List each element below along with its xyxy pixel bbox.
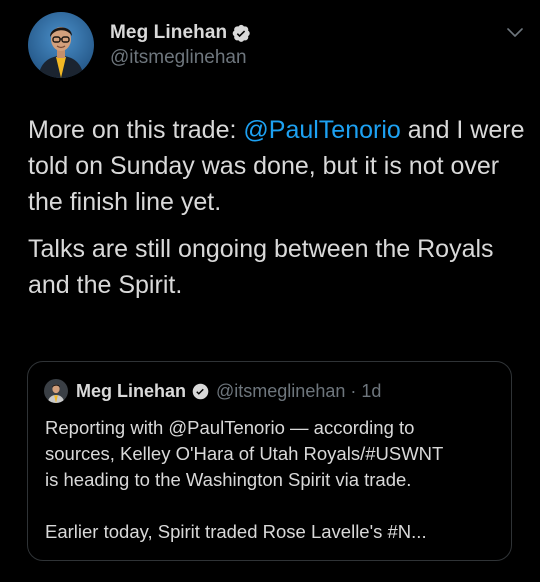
quoted-line: Reporting with @PaulTenorio — according … [45,417,415,438]
quoted-line: is heading to the Washington Spirit via … [45,469,412,490]
tweet-text-segment: More on this trade: [28,116,244,144]
tweet-header: Meg Linehan @itsmeglinehan [28,12,528,78]
avatar-photo [28,12,94,78]
chevron-down-icon[interactable] [502,20,528,46]
quoted-tweet-text: Reporting with @PaulTenorio — according … [45,415,505,545]
verified-badge-icon [232,24,251,43]
tweet-text: More on this trade: @PaulTenorio and I w… [28,112,528,314]
tweet-paragraph-1: More on this trade: @PaulTenorio and I w… [28,112,528,220]
quoted-line: Earlier today, Spirit traded Rose Lavell… [45,521,427,542]
verified-badge-icon [192,383,209,400]
tweet-paragraph-2: Talks are still ongoing between the Roya… [28,235,494,299]
author-display-name[interactable]: Meg Linehan [110,22,227,44]
quoted-line: sources, Kelley O'Hara of Utah Royals/#U… [45,443,444,464]
author-handle[interactable]: @itsmeglinehan [110,47,251,69]
quoted-handle-time: @itsmeglinehan · 1d [216,380,382,401]
mention-link[interactable]: @PaulTenorio [243,116,400,144]
quoted-avatar [44,379,68,403]
quoted-tweet-card[interactable]: Meg Linehan @itsmeglinehan · 1d Reportin… [27,361,512,561]
quoted-tweet-header: Meg Linehan @itsmeglinehan · 1d [44,379,381,403]
avatar[interactable] [28,12,94,78]
quoted-display-name: Meg Linehan [76,380,187,401]
author-info[interactable]: Meg Linehan @itsmeglinehan [110,22,251,69]
